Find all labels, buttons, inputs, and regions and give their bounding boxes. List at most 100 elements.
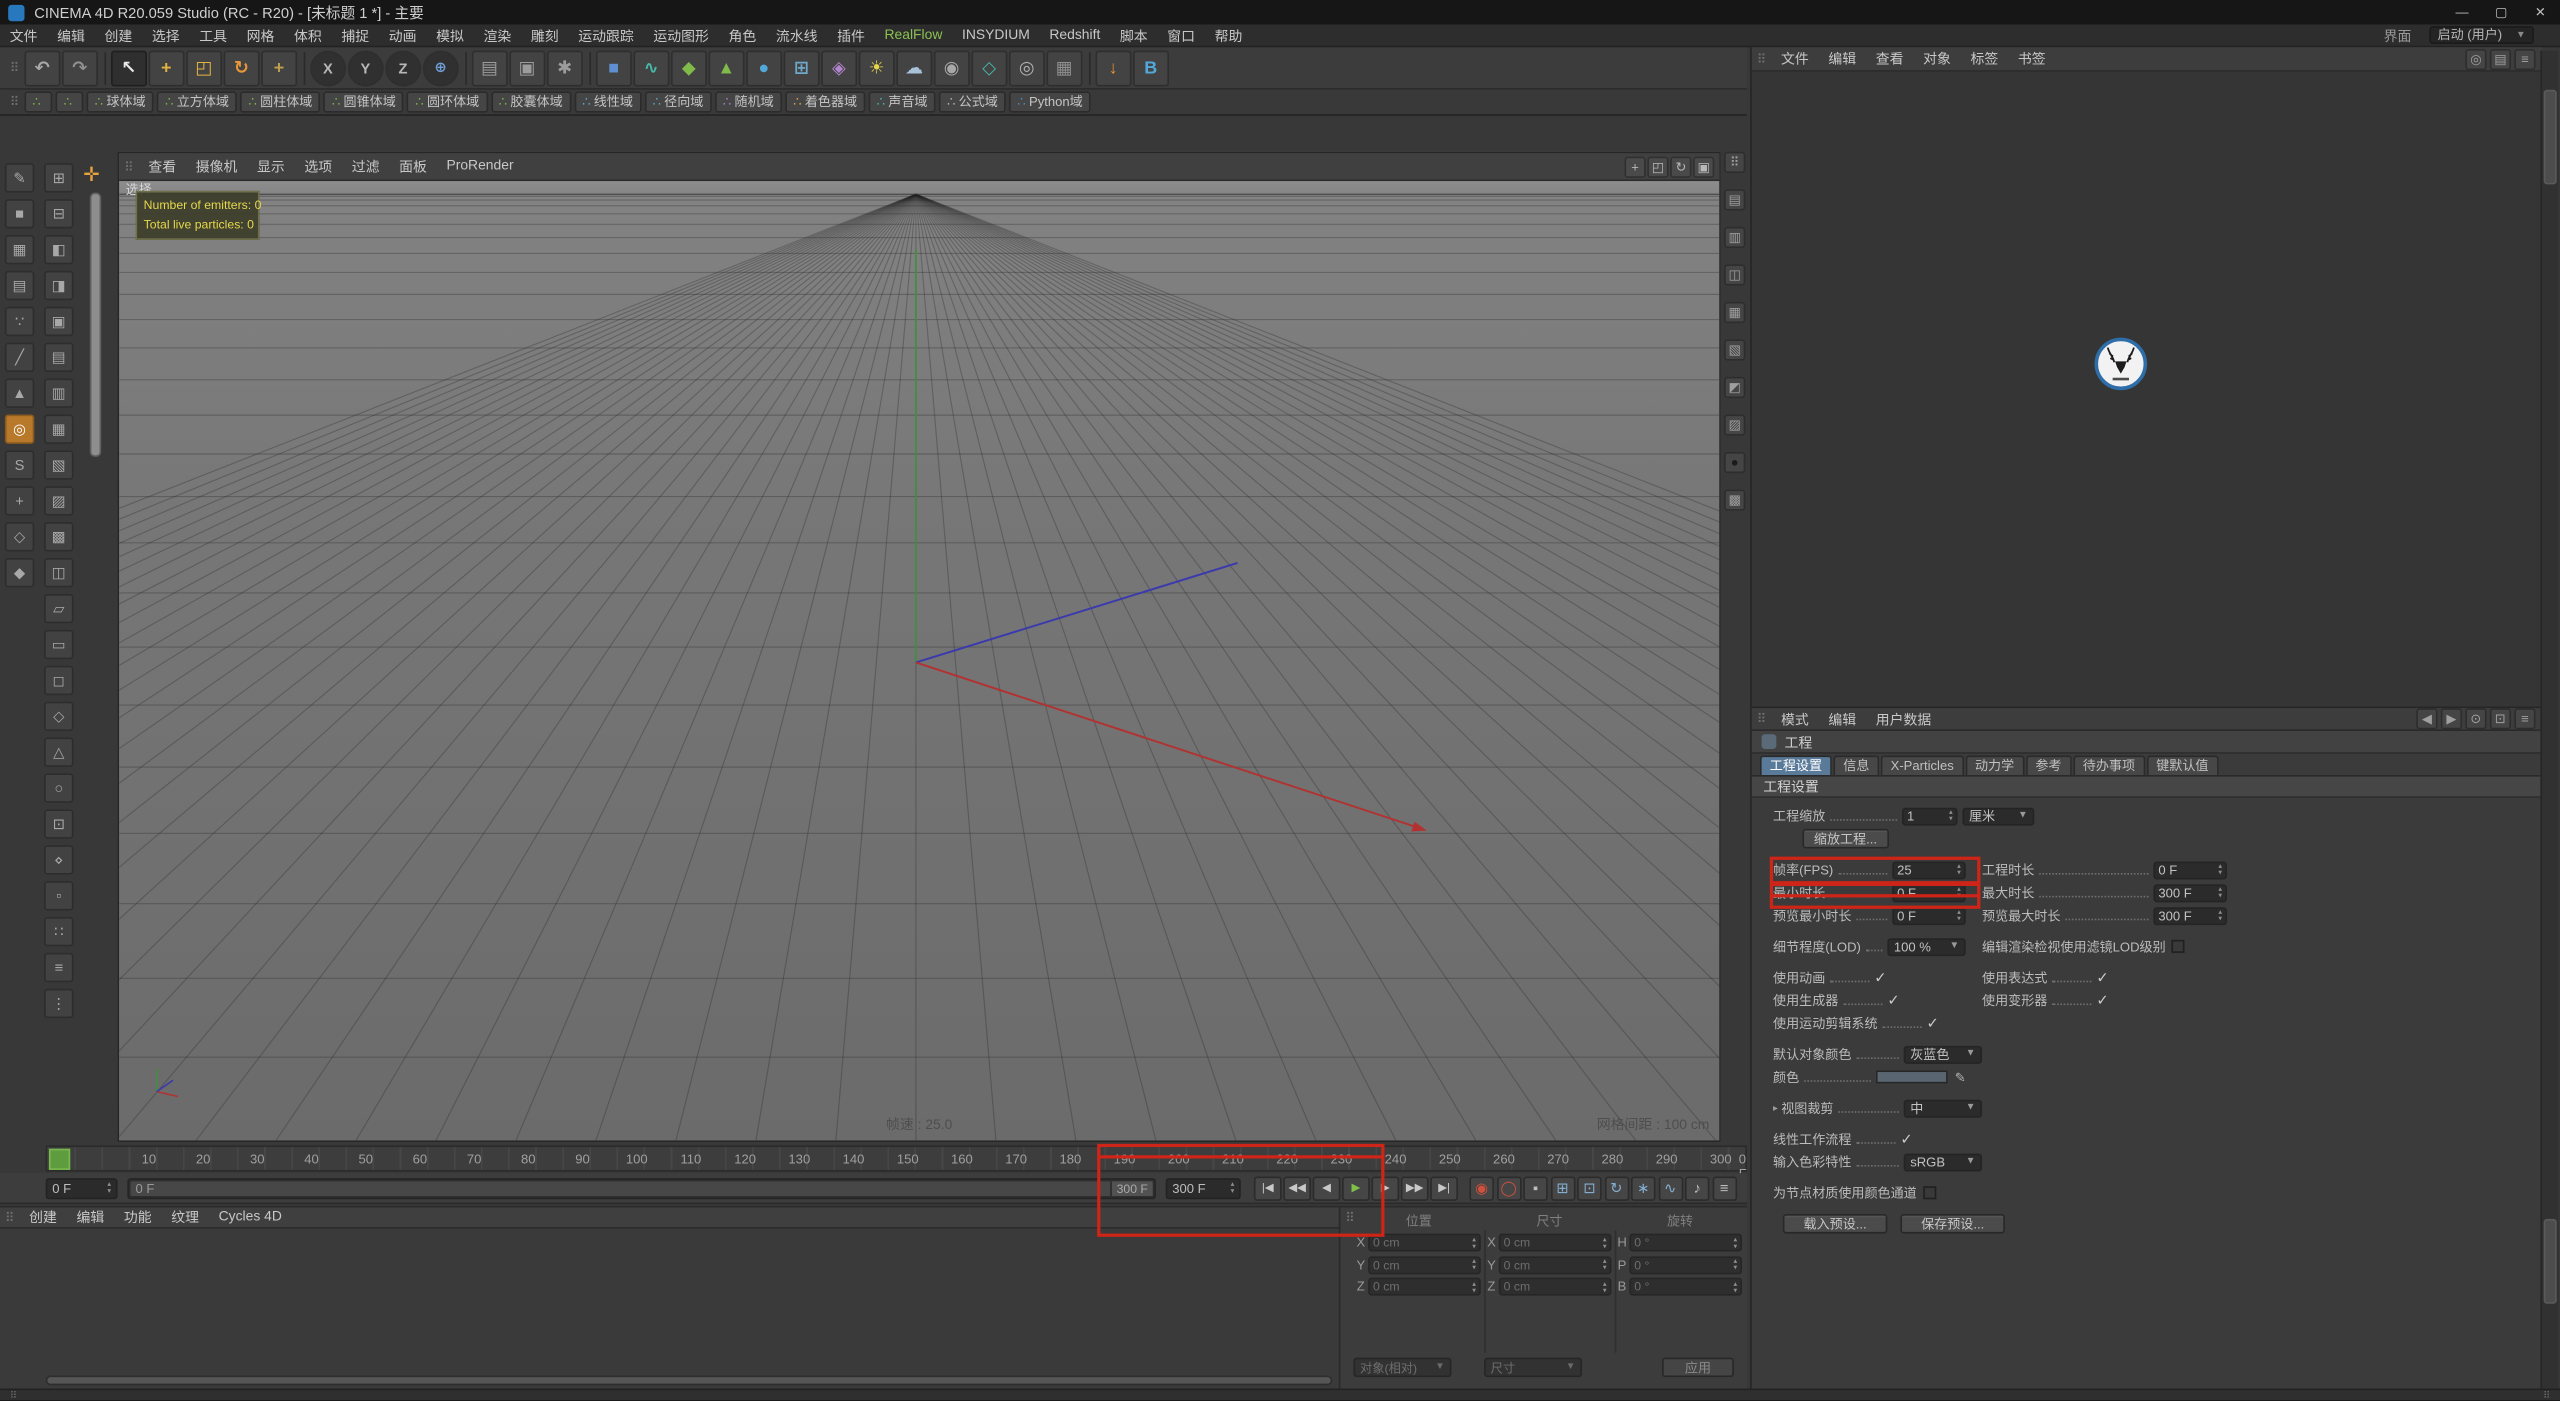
viewport-menu-选项[interactable]: 选项 — [295, 157, 342, 177]
keyframe-selection-button[interactable]: ▪ — [1523, 1175, 1548, 1201]
solid-field-button[interactable]: ∴ — [55, 91, 84, 113]
left-dock-tool-button-4[interactable]: ◨ — [44, 270, 74, 301]
stepper-icon[interactable]: ▴ ▾ — [1957, 908, 1961, 922]
left-dock-tool-button-2[interactable]: ⊟ — [44, 199, 74, 229]
record-position-toggle[interactable]: ⊞ — [1550, 1175, 1575, 1201]
coordinates-grip[interactable]: ⠿ — [1345, 1211, 1355, 1226]
stepper-icon[interactable]: ▴ ▾ — [1603, 1257, 1607, 1271]
left-dock-tool-button-3[interactable]: ◧ — [44, 234, 74, 265]
left-dock-tool-button-7[interactable]: ▥ — [44, 378, 74, 408]
stepper-icon[interactable]: ▴ ▾ — [1231, 1180, 1235, 1194]
tab-动力学[interactable]: 动力学 — [1965, 755, 2024, 776]
tab-工程设置[interactable]: 工程设置 — [1759, 755, 1832, 776]
menu-流水线[interactable]: 流水线 — [766, 25, 827, 45]
record-keyframe-button[interactable]: ◉ — [1469, 1175, 1494, 1201]
disclosure-icon[interactable]: ▸ — [1773, 1102, 1778, 1114]
checkmark-icon[interactable]: ✓ — [2096, 991, 2108, 1009]
go-to-next-key-button[interactable]: ▶▶ — [1400, 1175, 1429, 1201]
left-dock-tool-button-11[interactable]: ▩ — [44, 522, 74, 552]
enable-snap-button[interactable]: ◎ — [4, 414, 35, 444]
menu-创建[interactable]: 创建 — [95, 25, 142, 45]
rotate-view-button[interactable]: ↻ — [1670, 155, 1692, 178]
left-dock-tool-button-16[interactable]: ◇ — [44, 701, 74, 732]
polygons-mode-button[interactable]: ▲ — [4, 378, 35, 408]
om-filter-button[interactable]: ▤ — [2489, 48, 2512, 70]
tab-X-Particles[interactable]: X-Particles — [1880, 755, 1964, 776]
stepper-icon[interactable]: ▴ ▾ — [1733, 1257, 1737, 1271]
coordinate-field[interactable]: 0 cm ▴ ▾ — [1498, 1277, 1612, 1296]
cylinder-field-button[interactable]: ∴ 圆柱体域 — [240, 91, 321, 113]
scrollbar-thumb[interactable] — [2543, 1218, 2557, 1304]
minimize-button[interactable]: — — [2442, 0, 2481, 24]
quantize-button[interactable]: S — [4, 450, 35, 480]
random-field-button[interactable]: ∴ 随机域 — [714, 91, 782, 113]
coordinate-field[interactable]: 0 cm ▴ ▾ — [1498, 1255, 1612, 1274]
rotate-tool[interactable]: ↻ — [223, 49, 260, 86]
left-dock-tool-button-23[interactable]: ≡ — [44, 952, 74, 983]
workplane-mode-button[interactable]: ▤ — [4, 270, 35, 301]
panel-dock-button-7[interactable]: ▨ — [1724, 414, 1746, 436]
panel-dock-button-1[interactable]: ▤ — [1724, 189, 1746, 211]
tab-信息[interactable]: 信息 — [1833, 755, 1880, 776]
menu-运动图形[interactable]: 运动图形 — [644, 25, 719, 45]
apply-button[interactable]: 应用 — [1662, 1357, 1734, 1378]
coordinate-field[interactable]: 0 cm ▴ ▾ — [1368, 1233, 1481, 1252]
scrollbar-thumb[interactable] — [2543, 89, 2557, 185]
load-preset-button[interactable]: 载入预设... — [1782, 1213, 1888, 1234]
coordinate-field[interactable]: 0 cm ▴ ▾ — [1498, 1233, 1612, 1252]
stepper-icon[interactable]: ▴ ▾ — [1949, 808, 1953, 822]
make-editable-button[interactable]: ✎ — [4, 163, 35, 193]
am-menu-button[interactable]: ≡ — [2514, 708, 2536, 730]
go-to-prev-frame-button[interactable]: ◀ — [1312, 1175, 1341, 1201]
download-manager-button[interactable]: ↓ — [1095, 49, 1132, 86]
edges-mode-button[interactable]: ╱ — [4, 342, 35, 373]
left-dock-tool-button-12[interactable]: ◫ — [44, 558, 74, 588]
left-dock-tool-button-9[interactable]: ▧ — [44, 450, 74, 480]
sound-toggle[interactable]: ♪ — [1684, 1175, 1710, 1201]
object-manager-menu-对象[interactable]: 对象 — [1913, 49, 1960, 69]
menu-RealFlow[interactable]: RealFlow — [875, 25, 952, 45]
cone-field-button[interactable]: ∴ 圆锥体域 — [323, 91, 404, 113]
python-field-button[interactable]: ∴ Python域 — [1009, 91, 1091, 113]
menu-工具[interactable]: 工具 — [189, 25, 236, 45]
group-field-button[interactable]: ∴ — [24, 91, 53, 113]
torus-field-button[interactable]: ∴ 圆环体域 — [407, 91, 488, 113]
stepper-icon[interactable]: ▴ ▾ — [1733, 1279, 1737, 1293]
value-field[interactable]: 0 F ▴ ▾ — [2153, 860, 2227, 879]
checkmark-icon[interactable]: ✓ — [1874, 968, 1886, 986]
left-dock-tool-button-5[interactable]: ▣ — [44, 306, 74, 337]
record-scale-toggle[interactable]: ⊡ — [1577, 1175, 1602, 1201]
add-deformer-button[interactable]: ◈ — [820, 49, 857, 86]
left-dock-tool-button-1[interactable]: ⊞ — [44, 163, 74, 193]
undo-button[interactable]: ↶ — [24, 49, 61, 86]
spherical-field-button[interactable]: ∴ 球体域 — [86, 91, 154, 113]
material-menu-功能[interactable]: 功能 — [114, 1207, 161, 1227]
stepper-icon[interactable]: ▴ ▾ — [2218, 885, 2222, 899]
end-frame-field[interactable]: 300 F ▴ ▾ — [1165, 1177, 1241, 1199]
menu-文件[interactable]: 文件 — [0, 25, 47, 45]
go-to-start-button[interactable]: |◀ — [1253, 1175, 1282, 1201]
add-light-button[interactable]: ☀ — [858, 49, 895, 86]
go-to-prev-key-button[interactable]: ◀◀ — [1283, 1175, 1312, 1201]
dropdown-select[interactable]: 厘米 ▼ — [1962, 806, 2035, 825]
menu-窗口[interactable]: 窗口 — [1158, 25, 1205, 45]
am-forward-button[interactable]: ▶ — [2440, 708, 2463, 730]
stepper-icon[interactable]: ▴ ▾ — [1472, 1235, 1476, 1249]
checkbox[interactable] — [1923, 1186, 1937, 1200]
object-manager-scrollbar[interactable] — [2540, 50, 2559, 707]
left-dock-tool-button-18[interactable]: ○ — [44, 773, 74, 803]
object-manager-menu-书签[interactable]: 书签 — [2008, 49, 2055, 69]
layout-select[interactable]: 启动 (用户) ▼ — [2429, 26, 2534, 45]
left-dock-tool-button-20[interactable]: ⋄ — [44, 845, 74, 875]
om-menu-button[interactable]: ≡ — [2514, 48, 2536, 70]
go-to-end-button[interactable]: ▶| — [1430, 1175, 1458, 1201]
stepper-icon[interactable]: ▴ ▾ — [1733, 1235, 1737, 1249]
checkmark-icon[interactable]: ✓ — [2096, 968, 2108, 986]
pan-view-button[interactable]: + — [1624, 155, 1646, 178]
left-dock-tool-button-6[interactable]: ▤ — [44, 342, 74, 373]
om-search-button[interactable]: ◎ — [2465, 48, 2487, 70]
add-generator-button[interactable]: ◆ — [670, 49, 707, 86]
viewport-solo-button[interactable]: ◆ — [4, 558, 35, 588]
left-dock-tool-button-15[interactable]: ◻ — [44, 665, 74, 696]
coordinate-field[interactable]: 0 ° ▴ ▾ — [1629, 1233, 1743, 1252]
